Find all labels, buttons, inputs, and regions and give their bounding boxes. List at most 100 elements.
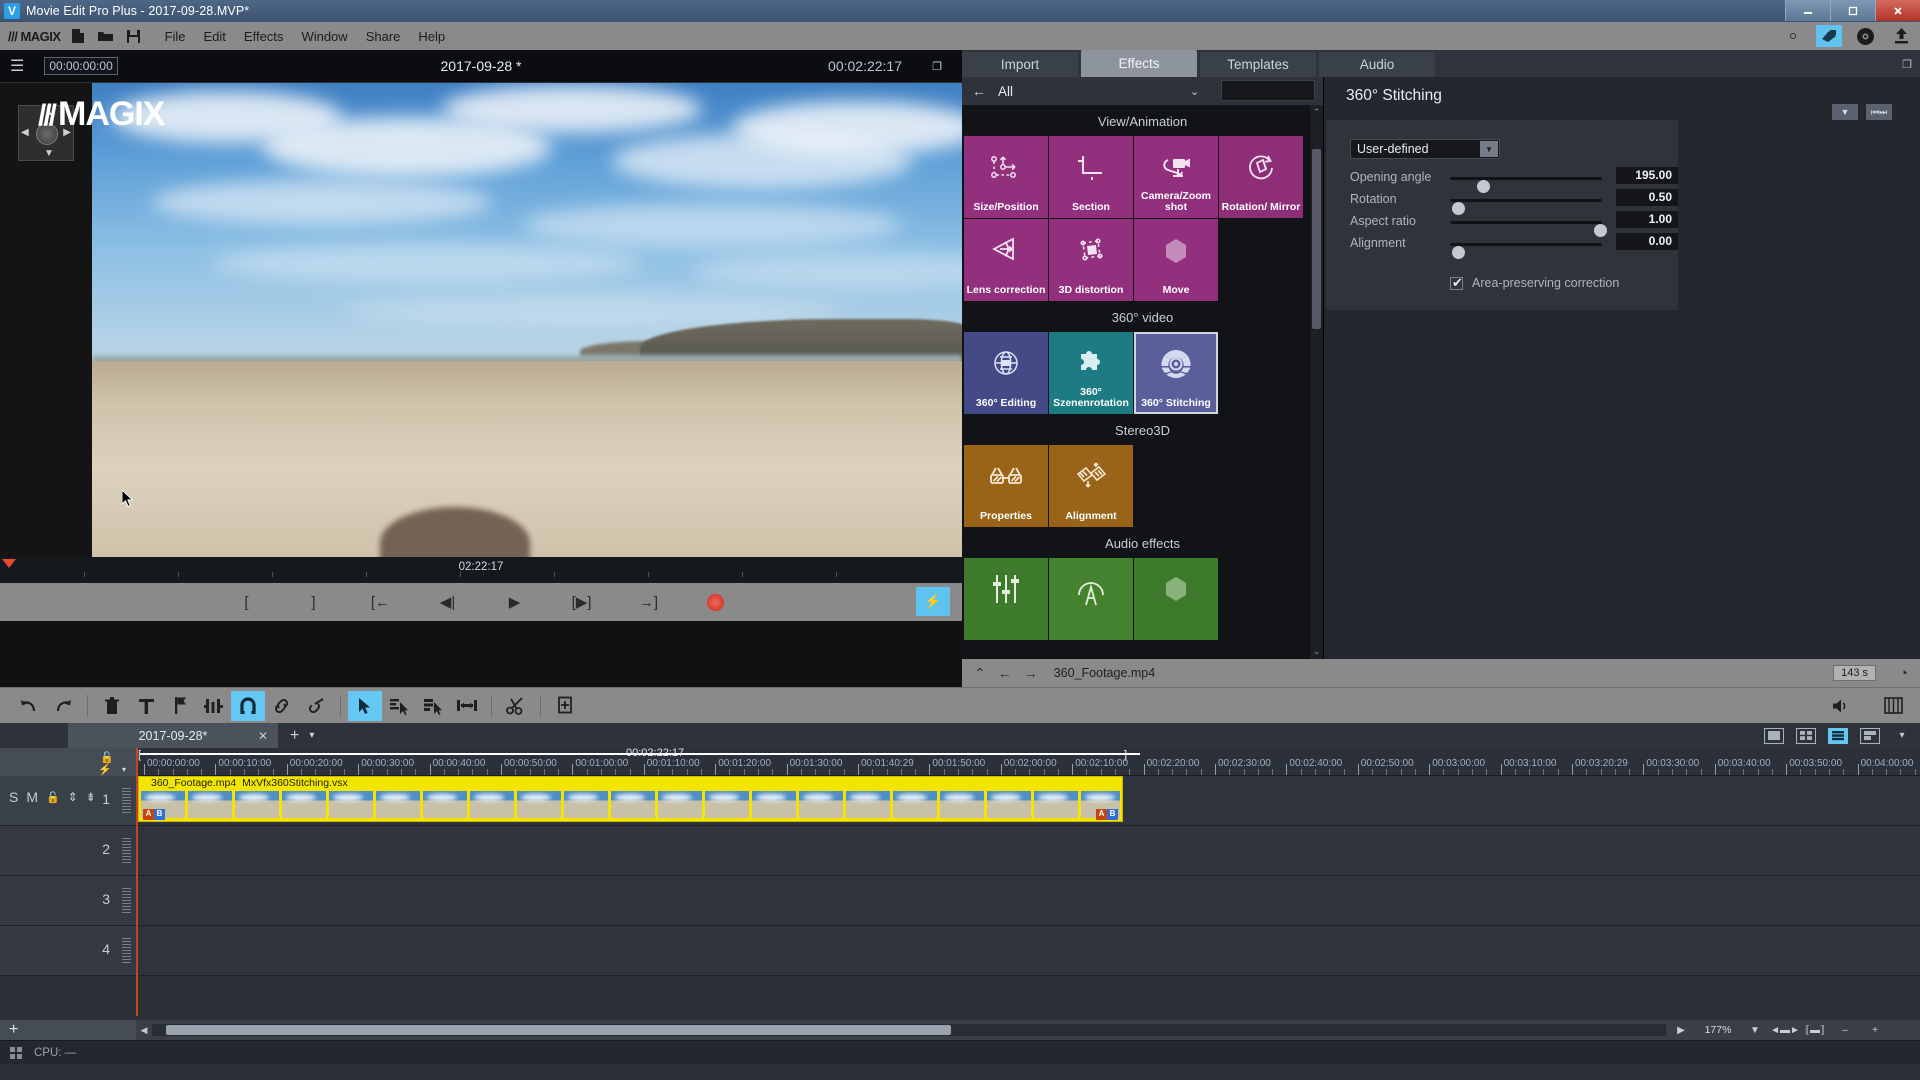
view-storyboard-button[interactable]	[1764, 727, 1784, 744]
track-height-button[interactable]: ⇕	[68, 790, 78, 804]
track-mute-button[interactable]: M	[26, 789, 38, 805]
open-folder-icon[interactable]	[95, 26, 117, 46]
timeline-lane-2[interactable]	[136, 826, 1920, 876]
mouse-mode-single-button[interactable]	[382, 691, 416, 721]
effects-category-label[interactable]: All	[998, 84, 1013, 99]
close-button[interactable]	[1875, 0, 1920, 21]
effect-size-position[interactable]: Size/Position	[964, 136, 1048, 218]
play-button[interactable]: ▶	[504, 593, 526, 611]
effect-keyframe-button[interactable]: ⏮⏭	[1866, 104, 1892, 120]
scrub-playhead-marker[interactable]	[2, 559, 16, 568]
zoom-fit-width-button[interactable]: ◄▬►	[1770, 1025, 1800, 1036]
timeline-playhead[interactable]	[136, 748, 138, 1016]
menu-window[interactable]: Window	[301, 29, 347, 44]
slider-value[interactable]: 0.50	[1616, 189, 1678, 206]
zoom-fit-frame-button[interactable]: ⟦▬⟧	[1800, 1025, 1830, 1036]
track-header-4[interactable]: 4	[0, 926, 136, 976]
jump-to-end-button[interactable]: →]	[638, 594, 660, 611]
menu-effects[interactable]: Effects	[244, 29, 284, 44]
effects-browser-scrollbar[interactable]: ⌃ ⌄	[1310, 105, 1323, 659]
preset-dropdown[interactable]: User-defined ▼	[1350, 139, 1500, 159]
menu-edit[interactable]: Edit	[204, 29, 226, 44]
video-preview[interactable]: ▲ ▼ ◀ ▶	[0, 83, 962, 557]
effect-360-editing[interactable]: 360° Editing	[964, 332, 1048, 414]
chevron-down-icon[interactable]: ▼	[1740, 1025, 1770, 1036]
undo-button[interactable]	[12, 691, 46, 721]
new-document-icon[interactable]	[67, 26, 89, 46]
effect-lens-correction[interactable]: Lens correction	[964, 219, 1048, 301]
zoom-out-button[interactable]: –	[1830, 1025, 1860, 1036]
effect-stereo3d-alignment[interactable]: Alignment	[1049, 445, 1133, 527]
effect-section[interactable]: Section	[1049, 136, 1133, 218]
collapse-icon[interactable]: ⌃	[974, 665, 986, 682]
title-text-button[interactable]	[129, 691, 163, 721]
marker-flag-button[interactable]	[163, 691, 197, 721]
chevron-down-icon[interactable]: ▾	[122, 765, 126, 774]
effect-audio-compressor[interactable]	[1049, 558, 1133, 640]
next-frame-button[interactable]: [▶]	[571, 593, 593, 611]
effect-camera-zoom-shot[interactable]: Camera/Zoom shot	[1134, 136, 1218, 218]
track-resize-grip[interactable]	[122, 838, 131, 864]
menu-share[interactable]: Share	[366, 29, 401, 44]
upload-icon[interactable]	[1888, 25, 1914, 47]
set-out-point-button[interactable]: ]	[303, 594, 325, 611]
save-icon[interactable]	[123, 26, 145, 46]
range-bracket-left[interactable]: [	[138, 749, 141, 761]
track-header-2[interactable]: 2	[0, 826, 136, 876]
preview-nav-knob[interactable]	[36, 123, 58, 145]
set-in-point-button[interactable]: [	[236, 594, 258, 611]
tab-import[interactable]: Import	[962, 52, 1078, 77]
fade-out-handle[interactable]: AB	[1096, 809, 1118, 820]
mouse-mode-all-button[interactable]	[416, 691, 450, 721]
scrollbar-thumb[interactable]	[1312, 149, 1321, 329]
previous-frame-button[interactable]: ◀|	[437, 593, 459, 611]
zoom-in-button[interactable]: +	[1860, 1025, 1890, 1036]
checkbox-box[interactable]: ✔	[1450, 275, 1463, 290]
media-pool-maximize-icon[interactable]: ❐	[1902, 58, 1912, 71]
tab-templates[interactable]: Templates	[1200, 52, 1316, 77]
effect-preset-menu-button[interactable]: ▼	[1832, 104, 1858, 120]
track-resize-grip[interactable]	[122, 788, 131, 814]
mouse-mode-stretch-button[interactable]	[450, 691, 484, 721]
track-collapse-button[interactable]: ⇟	[86, 790, 96, 804]
mixer-icon[interactable]	[1876, 691, 1910, 721]
slider-track[interactable]	[1450, 199, 1602, 215]
timeline-ruler[interactable]: [ ] 00:02:22:17 00:00:00:00 00:00:10:00 00…	[136, 748, 1920, 776]
timeline-lane-3[interactable]	[136, 876, 1920, 926]
slider-value[interactable]: 1.00	[1616, 211, 1678, 228]
effect-move[interactable]: Move	[1134, 219, 1218, 301]
effect-audio-equalizer[interactable]	[964, 558, 1048, 640]
timeline-lane-1[interactable]: 360_Footage.mp4 MxVfx360Stitching.vsx AB…	[136, 776, 1920, 826]
tab-audio[interactable]: Audio	[1319, 52, 1435, 77]
track-header-3[interactable]: 3	[0, 876, 136, 926]
minimize-button[interactable]	[1785, 0, 1830, 21]
effect-3d-distortion[interactable]: 3D distortion	[1049, 219, 1133, 301]
snap-magnet-button[interactable]	[231, 690, 265, 721]
search-input[interactable]	[1221, 80, 1315, 101]
unlink-objects-button[interactable]	[299, 691, 333, 721]
maximize-button[interactable]	[1830, 0, 1875, 21]
preview-navigation-pad[interactable]: ▲ ▼ ◀ ▶	[18, 105, 74, 161]
scroll-down-icon[interactable]: ⌄	[1310, 646, 1323, 657]
effect-stereo3d-properties[interactable]: Properties	[964, 445, 1048, 527]
mouse-mode-select-button[interactable]	[348, 690, 382, 721]
view-mode-button[interactable]	[1860, 727, 1880, 744]
view-scene-overview-button[interactable]	[1796, 727, 1816, 744]
track-resize-grip[interactable]	[122, 888, 131, 914]
timeline-clip[interactable]: 360_Footage.mp4 MxVfx360Stitching.vsx AB…	[138, 776, 1123, 822]
redo-button[interactable]	[46, 691, 80, 721]
burn-disc-icon[interactable]	[1816, 25, 1842, 47]
tab-effects[interactable]: Effects	[1081, 50, 1197, 77]
menu-file[interactable]: File	[165, 29, 186, 44]
scroll-up-icon[interactable]: ⌃	[1310, 107, 1323, 118]
clock-icon[interactable]: ◔	[1899, 665, 1908, 682]
slider-value[interactable]: 195.00	[1616, 167, 1678, 184]
slider-value[interactable]: 0.00	[1616, 233, 1678, 250]
nav-forward-icon[interactable]: →	[1024, 665, 1038, 681]
zoom-level[interactable]: 177%	[1696, 1024, 1740, 1036]
zoom-play-icon[interactable]: ▶	[1666, 1025, 1696, 1036]
chevron-down-icon[interactable]: ▼	[1480, 141, 1498, 157]
view-timeline-button[interactable]	[1828, 727, 1848, 744]
track-solo-button[interactable]: S	[9, 789, 18, 805]
timeline-lane-4[interactable]	[136, 926, 1920, 976]
